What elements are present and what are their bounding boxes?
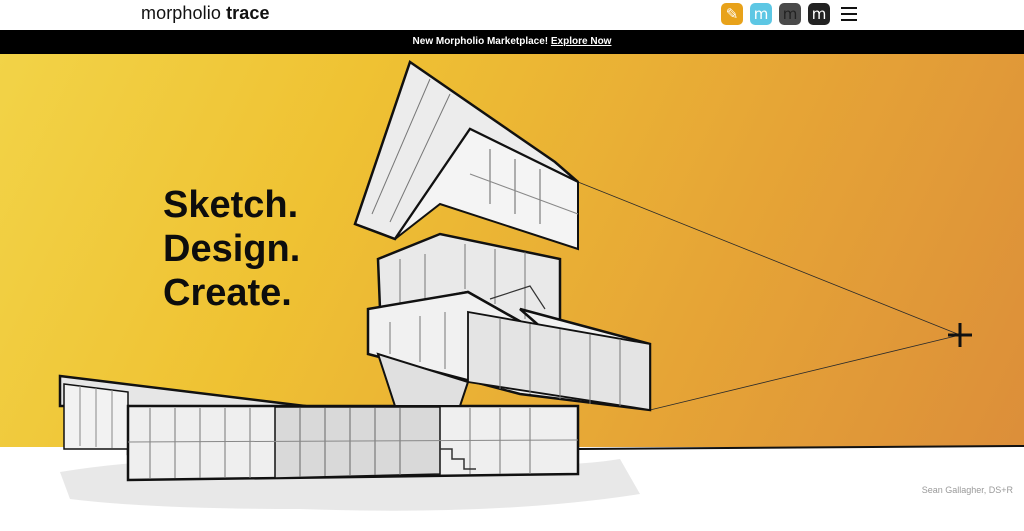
menu-bar bbox=[841, 7, 857, 9]
menu-bar bbox=[841, 13, 857, 15]
top-header: morpholio trace ✎ m m m bbox=[0, 0, 1024, 30]
artist-credit: Sean Gallagher, DS+R bbox=[921, 485, 1013, 495]
logo-prefix: morpholio bbox=[141, 3, 221, 23]
headline-line-design: Design. bbox=[163, 228, 301, 270]
banner-text: New Morpholio Marketplace! bbox=[412, 36, 549, 47]
site-logo[interactable]: morpholio trace bbox=[141, 3, 270, 24]
hero-section: Sketch. Design. Create. Sean Gallagher, … bbox=[0, 54, 1024, 531]
announcement-banner: New Morpholio Marketplace! Explore Now bbox=[0, 30, 1024, 54]
app-icons-group: ✎ m m m bbox=[721, 2, 830, 26]
hamburger-menu-icon[interactable] bbox=[841, 7, 857, 21]
hero-headline: Sketch. Design. Create. bbox=[163, 183, 300, 315]
headline-line-sketch: Sketch. bbox=[163, 184, 299, 226]
morpholio-app-icon-black[interactable]: m bbox=[808, 3, 830, 25]
headline-line-create: Create. bbox=[163, 272, 292, 314]
trace-app-icon[interactable]: ✎ bbox=[721, 3, 743, 25]
logo-suffix: trace bbox=[226, 3, 270, 23]
menu-bar bbox=[841, 19, 857, 21]
morpholio-app-icon-gray[interactable]: m bbox=[779, 3, 801, 25]
building-sketch-illustration bbox=[58, 60, 1024, 511]
explore-now-link[interactable]: Explore Now bbox=[551, 36, 612, 47]
morpholio-app-icon-blue[interactable]: m bbox=[750, 3, 772, 25]
